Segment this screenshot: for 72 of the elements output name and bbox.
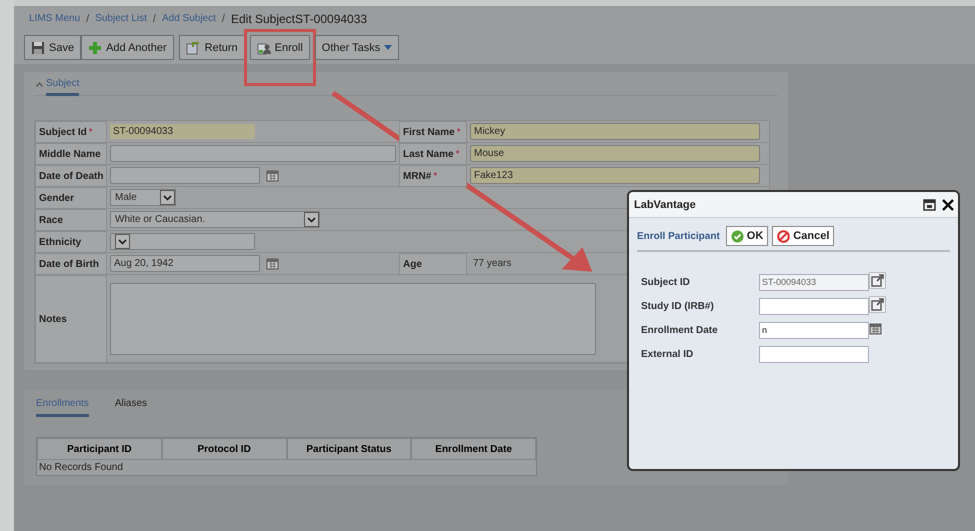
- text-field[interactable]: Mickey: [470, 123, 760, 140]
- field-label: Subject ID: [641, 276, 691, 288]
- page-title: Edit SubjectST-00094033: [230, 12, 368, 26]
- window-icon[interactable]: [923, 198, 936, 210]
- toolbar-button[interactable]: Return: [178, 35, 245, 60]
- chevron-down-icon: [163, 194, 172, 200]
- input-field[interactable]: ST-00094033: [759, 274, 869, 290]
- tab[interactable]: Aliases: [114, 398, 148, 417]
- input-field[interactable]: n: [759, 322, 869, 338]
- calendar-icon[interactable]: [266, 169, 279, 182]
- chevron-down-icon: [118, 238, 127, 244]
- select-field[interactable]: [110, 233, 255, 250]
- breadcrumb-separator: /: [86, 12, 90, 24]
- field-label: First Name: [403, 126, 455, 138]
- text-field[interactable]: Mouse: [470, 145, 760, 162]
- breadcrumb-separator: /: [222, 12, 225, 24]
- required-marker: *: [456, 126, 461, 138]
- toolbar-button[interactable]: Other Tasks: [314, 35, 400, 60]
- date-field[interactable]: [110, 167, 260, 184]
- field-label: Enrollment Date: [641, 324, 719, 336]
- field-value: ST-00094033: [110, 124, 255, 139]
- person-card-icon: [256, 40, 271, 54]
- field-label: MRN#: [403, 170, 432, 182]
- text-field[interactable]: Fake123: [470, 167, 760, 184]
- calendar-icon[interactable]: [266, 257, 279, 270]
- ok-button[interactable]: OK: [726, 226, 768, 246]
- chevron-up-icon[interactable]: [36, 82, 43, 87]
- field-label: Subject Id: [39, 126, 87, 138]
- dialog-heading: Enroll Participant: [637, 230, 720, 242]
- breadcrumb-separator: /: [152, 12, 156, 24]
- toolbar-button[interactable]: Enroll: [250, 35, 310, 60]
- field-label: Gender: [39, 192, 74, 204]
- plus-icon: [88, 40, 102, 54]
- close-icon[interactable]: [942, 198, 954, 210]
- empty-message: No Records Found: [38, 461, 124, 475]
- field-label: Race: [39, 214, 63, 226]
- caret-down-icon: [384, 45, 392, 50]
- no-entry-icon: [777, 230, 790, 242]
- field-label: External ID: [641, 348, 694, 360]
- column-header: Protocol ID: [162, 438, 286, 460]
- input-field[interactable]: [759, 346, 869, 362]
- return-icon: [186, 40, 201, 54]
- field-label: Notes: [39, 314, 67, 324]
- text-field[interactable]: [110, 145, 396, 162]
- column-header: Enrollment Date: [411, 438, 536, 460]
- field-label: Last Name: [403, 148, 454, 160]
- check-icon: [730, 230, 744, 242]
- cancel-button[interactable]: Cancel: [772, 226, 834, 246]
- notes-field[interactable]: [110, 282, 596, 354]
- chevron-down-icon: [307, 216, 316, 222]
- calendar-icon[interactable]: [869, 322, 882, 335]
- column-header: Participant Status: [286, 438, 412, 460]
- required-marker: *: [88, 126, 93, 138]
- field-label: Ethnicity: [39, 236, 82, 248]
- external-link-icon[interactable]: [869, 272, 886, 289]
- required-marker: *: [433, 170, 438, 182]
- field-label: Age: [403, 258, 422, 270]
- select-field[interactable]: White or Caucasian.: [110, 211, 320, 228]
- toolbar-button[interactable]: Save: [24, 35, 82, 60]
- date-field[interactable]: Aug 20, 1942: [110, 255, 260, 272]
- field-label: Study ID (IRB#): [641, 300, 715, 312]
- input-field[interactable]: [759, 298, 869, 314]
- toolbar-button[interactable]: Add Another: [81, 35, 174, 60]
- column-header: Participant ID: [37, 438, 162, 460]
- field-value: 77 years: [472, 257, 512, 271]
- field-label: Date of Birth: [39, 258, 99, 270]
- field-label: Date of Death: [39, 170, 104, 182]
- required-marker: *: [456, 148, 460, 160]
- field-label: Middle Name: [39, 148, 101, 160]
- select-field[interactable]: Male: [110, 189, 176, 206]
- external-link-icon[interactable]: [869, 296, 886, 313]
- dialog-title: LabVantage: [634, 198, 696, 210]
